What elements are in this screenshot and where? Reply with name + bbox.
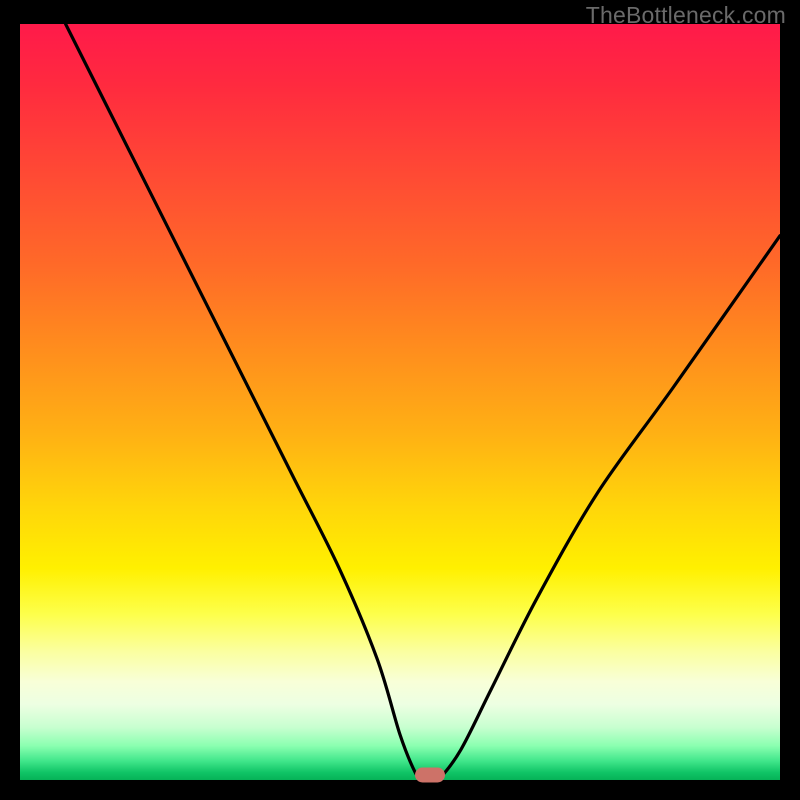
chart-frame: TheBottleneck.com: [0, 0, 800, 800]
plot-area: [20, 24, 780, 780]
optimal-point-marker: [415, 767, 445, 782]
bottleneck-curve: [20, 24, 780, 780]
